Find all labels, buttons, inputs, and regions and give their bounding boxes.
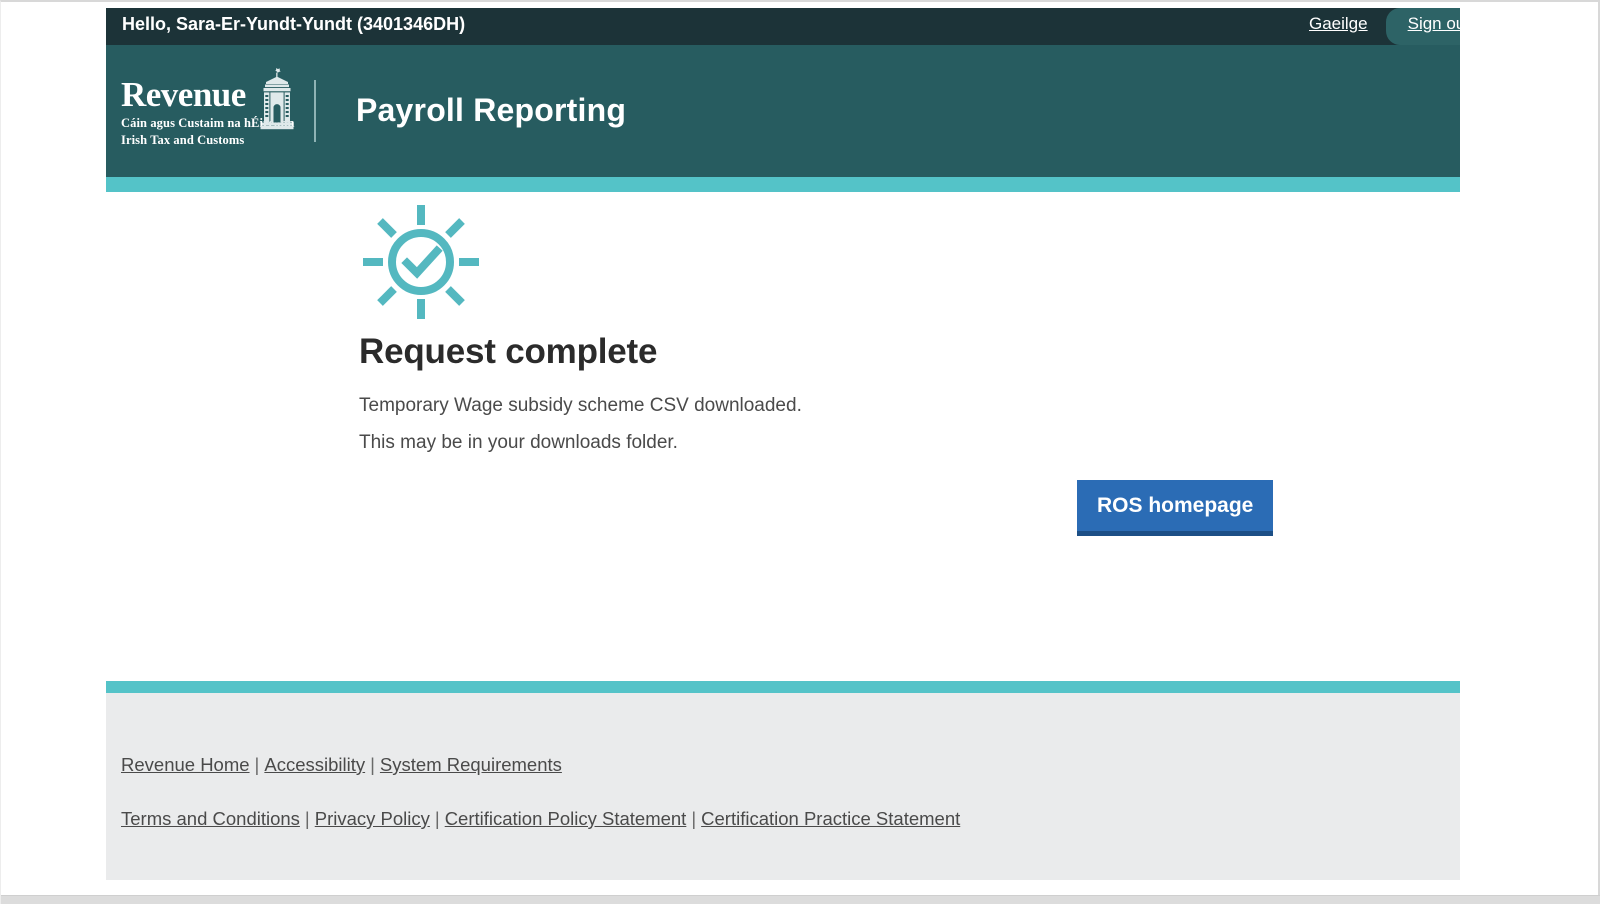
footer-separator: |	[304, 808, 310, 829]
topbar-links: Gaeilge Sign out	[1309, 8, 1460, 45]
greeting-text: Hello, Sara-Er-Yundt-Yundt (3401346DH)	[122, 14, 466, 34]
site-header: Revenue Cáin agus Custaim na hÉireann Ir…	[106, 45, 1460, 177]
footer-links-row-1: Revenue Home | Accessibility | System Requir…	[121, 753, 562, 777]
language-toggle-link[interactable]: Gaeilge	[1309, 8, 1368, 35]
footer-links-row-2: Terms and Conditions | Privacy Policy | Cert…	[121, 807, 960, 831]
result-heading: Request complete	[359, 332, 658, 371]
footer-link-certification-policy-statement[interactable]: Certification Policy Statement	[445, 808, 687, 829]
browser-viewport: Hello, Sara-Er-Yundt-Yundt (3401346DH) G…	[0, 0, 1600, 904]
page-content-window: Hello, Sara-Er-Yundt-Yundt (3401346DH) G…	[106, 8, 1460, 880]
footer-separator: |	[434, 808, 440, 829]
footer-link-terms-and-conditions[interactable]: Terms and Conditions	[121, 808, 300, 829]
revenue-logo-subtitle-english: Irish Tax and Customs	[121, 133, 245, 147]
success-sunburst-check-icon	[354, 197, 489, 327]
footer-link-certification-practice-statement[interactable]: Certification Practice Statement	[701, 808, 960, 829]
custom-house-arch-icon	[256, 68, 298, 130]
result-message-line-2: This may be in your downloads folder.	[359, 432, 678, 453]
footer-separator: |	[254, 754, 260, 775]
page-title: Payroll Reporting	[356, 92, 627, 128]
header-accent-bar	[106, 177, 1460, 192]
footer-link-privacy-policy[interactable]: Privacy Policy	[315, 808, 430, 829]
ros-homepage-button[interactable]: ROS homepage	[1077, 480, 1274, 536]
revenue-logo[interactable]: Revenue Cáin agus Custaim na hÉireann Ir…	[121, 68, 316, 147]
footer-link-accessibility[interactable]: Accessibility	[264, 754, 365, 775]
footer-separator: |	[370, 754, 375, 775]
footer-accent-bar	[106, 681, 1460, 693]
browser-bottom-strip	[1, 895, 1600, 904]
footer-separator: |	[691, 808, 697, 829]
footer-link-revenue-home[interactable]: Revenue Home	[121, 754, 250, 775]
footer-link-system-requirements[interactable]: System Requirements	[380, 754, 562, 775]
signout-link-label[interactable]: Sign out	[1408, 14, 1460, 33]
result-message-line-1: Temporary Wage subsidy scheme CSV downlo…	[359, 395, 802, 416]
utility-topbar: Hello, Sara-Er-Yundt-Yundt (3401346DH) G…	[106, 8, 1460, 45]
header-divider	[314, 80, 316, 142]
site-footer: Revenue Home | Accessibility | System Requir…	[106, 693, 1460, 880]
signout-button[interactable]: Sign out	[1385, 8, 1460, 45]
main-content: Request complete Temporary Wage subsidy …	[106, 192, 1460, 681]
